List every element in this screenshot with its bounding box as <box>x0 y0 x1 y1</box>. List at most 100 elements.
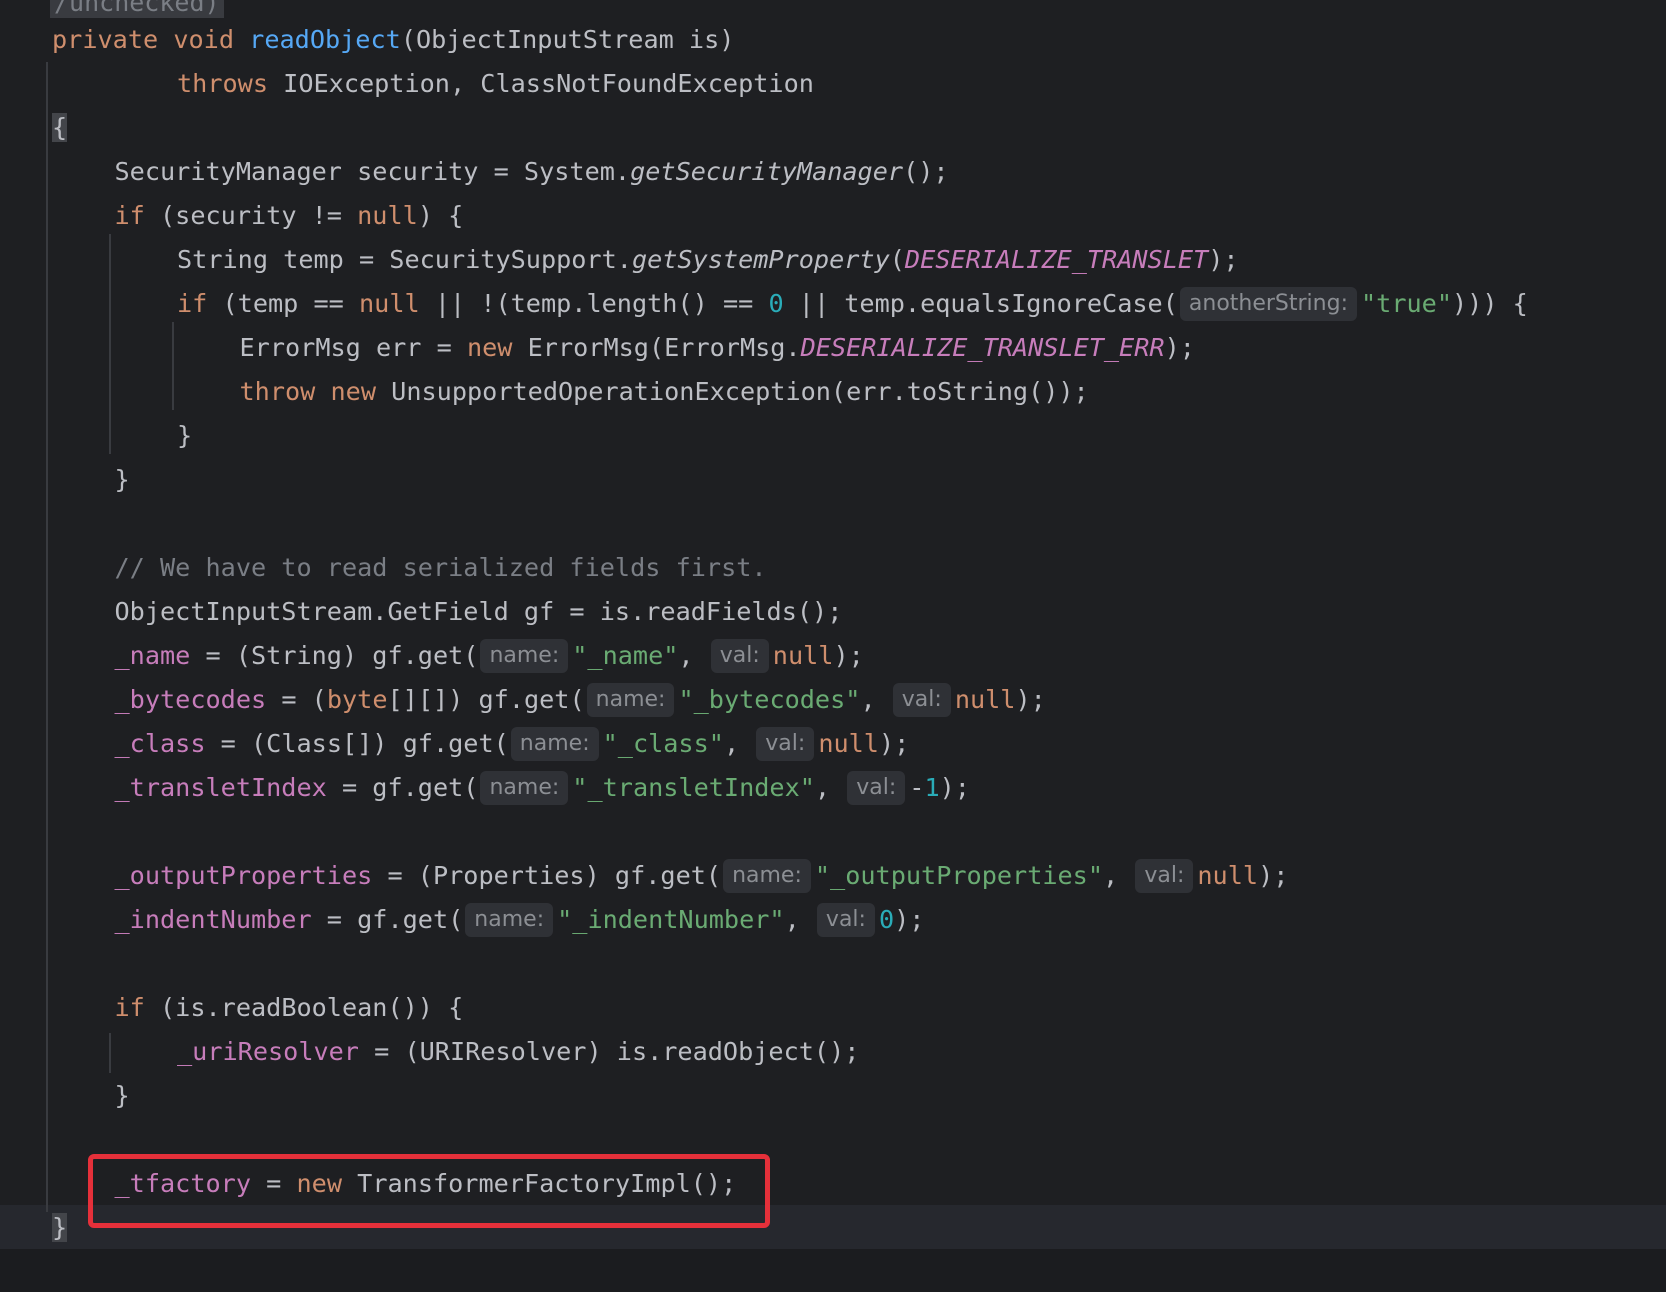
code-token: IOException, ClassNotFoundException <box>283 69 814 98</box>
code-token: ); <box>939 773 970 802</box>
code-token: = gf.get( <box>326 773 479 802</box>
parameter-hint: name: <box>586 683 675 717</box>
code-token: String temp = SecuritySupport. <box>177 245 632 274</box>
code-token: , <box>784 905 815 934</box>
indent-guide <box>109 234 111 454</box>
code-token: ) { <box>417 201 464 230</box>
code-token: _indentNumber <box>114 905 312 934</box>
code-line[interactable]: } <box>115 458 130 502</box>
code-line[interactable]: _indentNumber = gf.get(name: "_indentNumb… <box>114 898 925 942</box>
code-editor[interactable]: /unchecked) private void readObject(Obje… <box>0 0 1666 1292</box>
code-line[interactable]: ErrorMsg err = new ErrorMsg(ErrorMsg.DES… <box>240 326 1195 370</box>
code-token: } <box>114 1081 130 1110</box>
code-line[interactable]: { <box>52 106 68 150</box>
editor-bottom-area <box>0 1249 1666 1292</box>
code-line[interactable]: _bytecodes = (byte[][]) gf.get(name: "_by… <box>115 678 1046 722</box>
code-token: { <box>52 113 68 142</box>
code-token: private <box>52 25 174 54</box>
code-token: ErrorMsg err = <box>239 333 467 362</box>
code-line[interactable]: if (temp == null || !(temp.length() == 0… <box>177 282 1528 326</box>
code-token: null <box>954 685 1016 714</box>
code-line[interactable]: } <box>177 414 192 458</box>
code-line[interactable]: ObjectInputStream.GetField gf = is.readF… <box>115 590 843 634</box>
parameter-hint: name: <box>465 903 554 937</box>
code-token: (is.readBoolean()) { <box>160 993 464 1022</box>
code-token: ); <box>1164 333 1195 362</box>
code-token: _name <box>114 641 191 670</box>
parameter-hint: name: <box>723 859 811 893</box>
code-token: = (String) gf.get( <box>190 641 479 670</box>
code-token: if <box>114 993 160 1022</box>
code-token: null <box>357 201 418 230</box>
code-line[interactable]: _class = (Class[]) gf.get(name: "_class",… <box>114 722 910 766</box>
code-token: 0 <box>768 289 784 318</box>
code-line[interactable]: private void readObject(ObjectInputStrea… <box>52 18 734 62</box>
code-token: 1 <box>924 773 940 802</box>
code-token: (); <box>903 157 949 186</box>
code-token: if <box>114 201 160 230</box>
code-token: getSecurityManager <box>630 157 904 186</box>
code-line[interactable]: if (security != null) { <box>115 194 464 238</box>
code-token: throws <box>177 69 284 98</box>
code-token: ); <box>894 905 925 934</box>
code-token: null <box>1197 861 1259 890</box>
code-token: || !(temp.length() == <box>419 289 769 318</box>
code-token: - <box>909 773 925 802</box>
code-token: = (Class[]) gf.get( <box>205 729 509 758</box>
code-line[interactable]: throws IOException, ClassNotFoundExcepti… <box>177 62 814 106</box>
parameter-hint: name: <box>480 639 569 673</box>
code-token: _bytecodes <box>114 685 267 714</box>
code-token: "_class" <box>602 729 724 758</box>
code-token: = gf.get( <box>311 905 464 934</box>
code-token: "_indentNumber" <box>557 905 785 934</box>
partial-annotation-line: /unchecked) <box>50 0 224 18</box>
code-token: ); <box>878 729 910 758</box>
code-token: , <box>1103 861 1134 890</box>
annotation-highlight-box <box>88 1154 770 1228</box>
parameter-hint: val: <box>816 903 875 937</box>
code-token: , <box>814 773 846 802</box>
code-line[interactable]: _name = (String) gf.get(name: "_name", va… <box>115 634 864 678</box>
code-token: SecurityManager security = System. <box>114 157 631 186</box>
code-token: = (Properties) gf.get( <box>372 861 722 890</box>
code-token: DESERIALIZE_TRANSLET_ERR <box>800 333 1165 362</box>
code-token: "_outputProperties" <box>814 861 1104 890</box>
code-line[interactable]: _outputProperties = (Properties) gf.get(… <box>114 854 1289 898</box>
code-line[interactable]: if (is.readBoolean()) { <box>115 986 464 1030</box>
code-token: "_transletIndex" <box>572 773 815 802</box>
code-line[interactable]: } <box>115 1074 130 1118</box>
code-token: ); <box>1258 861 1289 890</box>
code-token: getSystemProperty <box>631 245 890 274</box>
code-token: , <box>723 729 755 758</box>
code-token: _outputProperties <box>114 861 373 890</box>
code-token: null <box>818 729 879 758</box>
code-token: // We have to read serialized fields fir… <box>114 553 767 582</box>
code-token: ErrorMsg(ErrorMsg. <box>527 333 801 362</box>
code-token: = (URIResolver) is.readObject(); <box>358 1037 860 1066</box>
code-token: ); <box>833 641 864 670</box>
parameter-hint: val: <box>756 727 815 761</box>
code-token: 0 <box>878 905 895 934</box>
code-line[interactable]: _transletIndex = gf.get(name: "_transletI… <box>115 766 970 810</box>
code-line[interactable]: } <box>52 1206 68 1250</box>
code-token: } <box>114 465 130 494</box>
code-token: ( <box>889 245 905 274</box>
code-token: "_name" <box>572 641 679 670</box>
code-line[interactable]: // We have to read serialized fields fir… <box>115 546 767 590</box>
indent-guide <box>109 1033 111 1073</box>
code-token: DESERIALIZE_TRANSLET <box>904 245 1209 274</box>
code-token: = ( <box>266 685 327 714</box>
code-line[interactable]: String temp = SecuritySupport.getSystemP… <box>177 238 1239 282</box>
code-token: _class <box>114 729 206 758</box>
code-token: ); <box>1015 685 1046 714</box>
code-token: || temp.equalsIgnoreCase( <box>783 289 1178 318</box>
code-token: , <box>860 685 891 714</box>
code-line[interactable]: throw new UnsupportedOperationException(… <box>240 370 1089 414</box>
parameter-hint: name: <box>510 727 599 761</box>
code-token: readObject <box>249 25 401 54</box>
parameter-hint: val: <box>847 771 906 805</box>
code-token: new <box>466 333 528 362</box>
code-line[interactable]: _uriResolver = (URIResolver) is.readObje… <box>177 1030 859 1074</box>
code-token: throw <box>239 377 331 406</box>
code-line[interactable]: SecurityManager security = System.getSec… <box>115 150 949 194</box>
